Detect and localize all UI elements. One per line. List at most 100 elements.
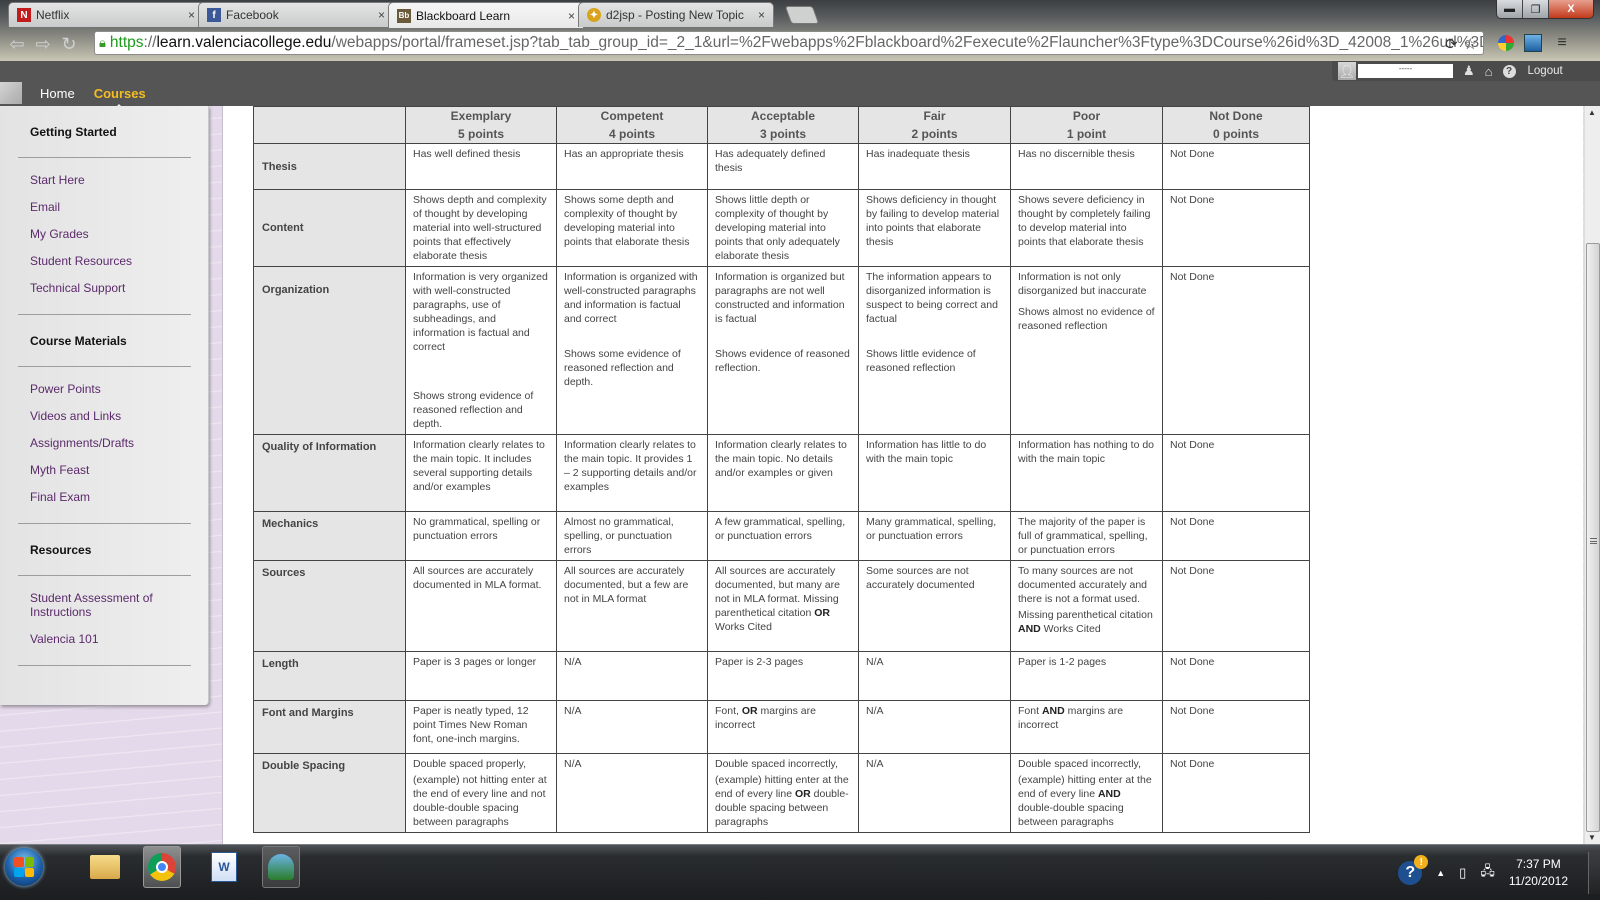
scrollbar-thumb[interactable] xyxy=(1586,243,1600,832)
cell-text: Shows deficiency in thought by failing t… xyxy=(866,194,1000,248)
criterion-label: Mechanics xyxy=(253,511,406,561)
cell-text: Information clearly relates to the main … xyxy=(413,439,545,493)
rubric-cell-not-done: Not Done xyxy=(1162,266,1310,435)
system-clock[interactable]: 7:37 PM 11/20/2012 xyxy=(1509,856,1568,890)
course-menu-item-final-exam[interactable]: Final Exam xyxy=(0,484,208,511)
tab-label: Netflix xyxy=(36,8,70,22)
rubric-cell-acceptable: Information clearly relates to the main … xyxy=(707,434,859,512)
course-menu-item-assignments-drafts[interactable]: Assignments/Drafts xyxy=(0,430,208,457)
cell-text: Not Done xyxy=(1170,148,1215,160)
taskbar-windows-live-messenger[interactable] xyxy=(262,846,300,888)
cell-text: Not Done xyxy=(1170,758,1215,770)
rubric-cell-poor: The majority of the paper is full of gra… xyxy=(1010,511,1163,561)
course-menu-item-technical-support[interactable]: Technical Support xyxy=(0,275,208,302)
tab-facebook[interactable]: f Facebook × xyxy=(198,2,394,27)
address-bar[interactable]: 🔒︎ https://learn.valenciacollege.edu/web… xyxy=(94,31,1484,55)
rubric-cell-exemplary: All sources are accurately documented in… xyxy=(405,560,557,652)
reload-button[interactable]: ↻ xyxy=(56,31,82,57)
course-menu-item-myth-feast[interactable]: Myth Feast xyxy=(0,457,208,484)
forward-button[interactable]: ⇨ xyxy=(30,31,56,57)
criterion-label: Quality of Information xyxy=(253,434,406,512)
rubric-cell-poor: Information has nothing to do with the m… xyxy=(1010,434,1163,512)
course-menu-group-course-materials: Course Materials Power Points Videos and… xyxy=(0,315,208,524)
home-icon[interactable]: ⌂ xyxy=(1485,64,1493,79)
new-tab-button[interactable] xyxy=(784,6,820,24)
show-hidden-icons-icon[interactable]: ▲ xyxy=(1436,868,1445,878)
window-controls: ▬ ❐ X xyxy=(1496,0,1594,19)
rubric-cell-acceptable: Has adequately defined thesis xyxy=(707,143,859,190)
rubric-cell-not-done: Not Done xyxy=(1162,700,1310,754)
start-button[interactable] xyxy=(5,848,43,886)
address-bar-actions: ⟳ ☆ xyxy=(1445,32,1477,54)
cell-text: Paper is 2-3 pages xyxy=(715,656,804,668)
refresh-sync-icon[interactable]: ⟳ xyxy=(1445,35,1458,53)
action-center-icon[interactable]: ?! xyxy=(1398,855,1429,885)
battery-icon[interactable]: ▯ xyxy=(1459,865,1466,881)
taskbar-microsoft-word[interactable]: W xyxy=(205,846,243,888)
course-menu-group-getting-started: Getting Started Start Here Email My Grad… xyxy=(0,106,208,315)
rubric-cell-competent: N/A xyxy=(556,651,708,701)
scroll-up-arrow-icon[interactable]: ▲ xyxy=(1588,108,1596,117)
rubric-row-organization: Organization Information is very organize… xyxy=(253,266,1310,435)
tab-netflix[interactable]: N Netflix × xyxy=(8,2,204,27)
course-menu-item-student-resources[interactable]: Student Resources xyxy=(0,248,208,275)
taskbar-windows-explorer[interactable] xyxy=(86,846,124,888)
course-menu-item-videos-and-links[interactable]: Videos and Links xyxy=(0,403,208,430)
cell-text: Has no discernible thesis xyxy=(1018,148,1135,160)
extension-icon[interactable] xyxy=(1494,31,1518,55)
course-menu-item-power-points[interactable]: Power Points xyxy=(0,376,208,403)
cell-text: Information is very organized with well-… xyxy=(413,271,548,353)
cell-text: (example) hitting enter at the end of ev… xyxy=(1018,774,1152,828)
close-window-button[interactable]: X xyxy=(1549,0,1593,18)
course-menu-item-student-assessment[interactable]: Student Assessment of Instructions xyxy=(0,585,170,626)
cell-text: Font, OR margins are incorrect xyxy=(715,705,816,731)
cell-text: N/A xyxy=(564,705,582,717)
nav-home[interactable]: Home xyxy=(40,86,75,101)
tab-d2jsp[interactable]: ✦ d2jsp - Posting New Topic × xyxy=(578,2,774,27)
menu-icon[interactable]: ≡ xyxy=(1550,31,1574,55)
netflix-icon: N xyxy=(17,8,31,22)
cell-text: Not Done xyxy=(1170,516,1215,528)
url-path: /webapps/portal/frameset.jsp?tab_tab_gro… xyxy=(331,34,1484,51)
scroll-down-arrow-icon[interactable]: ▼ xyxy=(1588,833,1596,842)
cell-text: Information clearly relates to the main … xyxy=(715,439,847,479)
bookmark-star-icon[interactable]: ☆ xyxy=(1464,35,1477,53)
close-tab-icon[interactable]: × xyxy=(188,8,195,22)
course-menu-item-email[interactable]: Email xyxy=(0,194,208,221)
nav-courses[interactable]: Courses xyxy=(94,86,146,110)
network-icon[interactable]: 🖧︎ xyxy=(1480,862,1495,884)
rubric-cell-fair: Information has little to do with the ma… xyxy=(858,434,1011,512)
tab-strip: N Netflix × f Facebook × Bb Blackboard L… xyxy=(0,0,1600,28)
close-tab-icon[interactable]: × xyxy=(568,9,575,23)
taskbar-google-chrome[interactable] xyxy=(143,846,181,888)
rubric-row-quality-of-information: Quality of Information Information clearl… xyxy=(253,434,1310,512)
criterion-label: Double Spacing xyxy=(253,753,406,833)
course-menu-item-my-grades[interactable]: My Grades xyxy=(0,221,208,248)
cell-text: Some sources are not accurately document… xyxy=(866,565,975,591)
profile-icon[interactable]: ♟ xyxy=(1463,63,1475,79)
show-desktop-button[interactable] xyxy=(1588,852,1600,894)
back-button[interactable]: ⇦ xyxy=(4,31,30,57)
maximize-button[interactable]: ❐ xyxy=(1523,0,1549,18)
user-name[interactable]: ----- xyxy=(1358,64,1453,78)
cell-text: No grammatical, spelling or punctuation … xyxy=(413,516,541,542)
avatar[interactable]: 👤︎ xyxy=(1338,62,1356,80)
d2jsp-icon: ✦ xyxy=(587,8,601,22)
vertical-scrollbar[interactable]: ▲ ▼ xyxy=(1584,106,1600,844)
course-menu-item-start-here[interactable]: Start Here xyxy=(0,167,208,194)
logout-link[interactable]: Logout xyxy=(1528,65,1563,77)
rubric-row-length: Length Paper is 3 pages or longer N/A Paper… xyxy=(253,651,1310,701)
column-header-competent: Competent 4 points xyxy=(556,106,708,144)
tab-blackboard-learn[interactable]: Bb Blackboard Learn × xyxy=(388,2,584,28)
column-header-fair: Fair 2 points xyxy=(858,106,1011,144)
cell-text: A few grammatical, spelling, or punctuat… xyxy=(715,516,846,542)
cell-text: Has well defined thesis xyxy=(413,148,521,160)
divider xyxy=(18,665,191,666)
cell-text: Font AND margins are incorrect xyxy=(1018,705,1124,731)
minimize-button[interactable]: ▬ xyxy=(1497,0,1523,18)
close-tab-icon[interactable]: × xyxy=(758,8,765,22)
analytics-extension-icon[interactable] xyxy=(1521,31,1545,55)
course-menu-item-valencia-101[interactable]: Valencia 101 xyxy=(0,626,208,653)
close-tab-icon[interactable]: × xyxy=(378,8,385,22)
help-icon[interactable]: ? xyxy=(1502,64,1516,78)
